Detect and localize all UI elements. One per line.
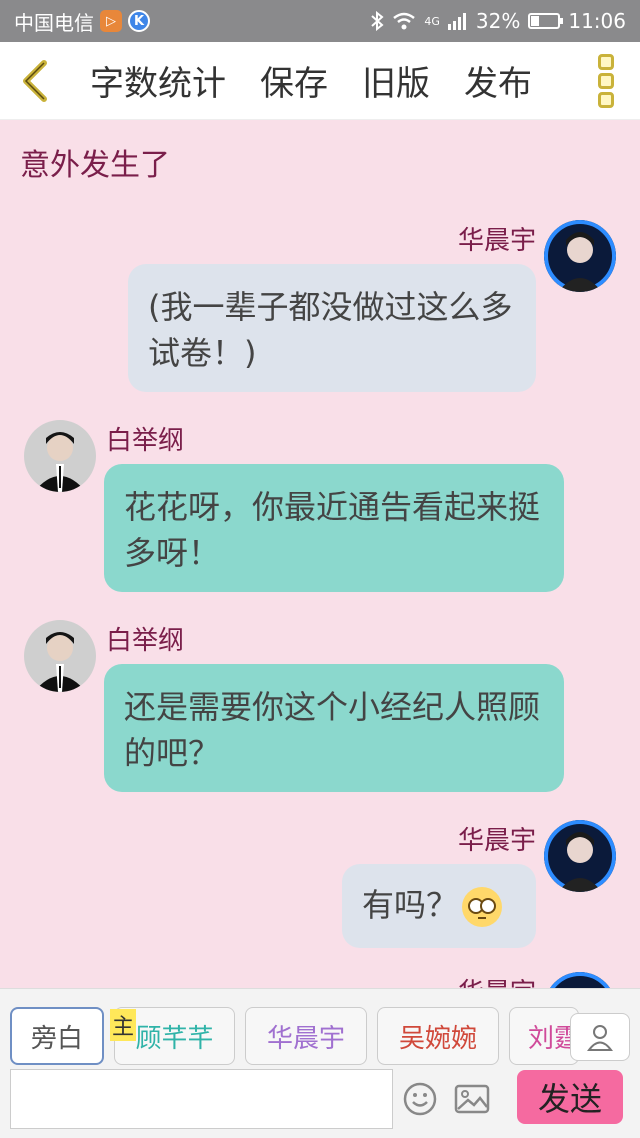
avatar[interactable] <box>24 420 96 492</box>
narration-text: 意外发生了 <box>20 148 170 183</box>
emoji-button[interactable] <box>400 1079 440 1119</box>
main-role-tag: 主 <box>110 1009 136 1041</box>
back-chevron-icon <box>23 59 47 102</box>
message-row: 华晨宇 <box>0 972 640 988</box>
role-label: 顾芊芊 <box>135 1023 214 1054</box>
k-app-icon: K <box>128 10 150 32</box>
message-text: 有吗？ <box>362 886 459 924</box>
composer-panel: 旁白 顾芊芊 华晨宇 吴婉婉 刘霆 主 发送 <box>0 988 640 1138</box>
avatar[interactable] <box>24 620 96 692</box>
battery-percent: 32% <box>475 9 521 33</box>
chat-area[interactable]: 意外发生了 华晨宇 (我一辈子都没做过这么多试卷！) 白举纲 花花呀，你最近通告… <box>0 120 640 988</box>
role-selector: 旁白 顾芊芊 华晨宇 吴婉婉 刘霆 <box>0 1007 640 1067</box>
battery-icon <box>528 13 564 29</box>
add-role-button[interactable] <box>570 1013 630 1061</box>
status-bar: 中国电信 ▷ K 4G 32% 11:06 <box>0 0 640 42</box>
speaker-name: 华晨宇 <box>458 972 536 988</box>
avatar[interactable] <box>544 820 616 892</box>
play-app-icon: ▷ <box>100 10 122 32</box>
message-bubble[interactable]: 还是需要你这个小经纪人照顾的吧？ <box>104 664 564 792</box>
role-wu-wanwan[interactable]: 吴婉婉 <box>377 1007 499 1065</box>
speaker-name: 华晨宇 <box>457 826 536 856</box>
carrier-name: 中国电信 <box>14 10 94 35</box>
message-bubble[interactable]: 花花呀，你最近通告看起来挺多呀！ <box>104 464 564 592</box>
battery-fill <box>531 16 540 26</box>
clock: 11:06 <box>568 9 626 33</box>
back-button[interactable] <box>0 42 70 120</box>
word-count-button[interactable]: 字数统计 <box>90 56 226 105</box>
role-label: 吴婉婉 <box>398 1023 477 1054</box>
carrier-group: 中国电信 ▷ K <box>14 7 150 36</box>
network-type: 4G <box>424 14 440 28</box>
publish-button[interactable]: 发布 <box>464 56 532 105</box>
speaker-name: 华晨宇 <box>457 226 536 256</box>
avatar[interactable] <box>544 972 616 988</box>
role-label: 旁白 <box>30 1023 83 1054</box>
save-button[interactable]: 保存 <box>260 56 328 105</box>
role-hua-chenyu[interactable]: 华晨宇 <box>245 1007 367 1065</box>
old-version-button[interactable]: 旧版 <box>362 56 430 105</box>
bluetooth-icon <box>371 11 384 31</box>
message-row: 华晨宇 (我一辈子都没做过这么多试卷！) <box>0 220 640 400</box>
editor-toolbar: 字数统计 保存 旧版 发布 <box>0 42 640 120</box>
message-row: 白举纲 花花呀，你最近通告看起来挺多呀！ <box>0 420 640 600</box>
signal-icon <box>447 13 466 30</box>
role-liu[interactable]: 刘霆 <box>509 1007 579 1065</box>
status-right: 4G 32% 11:06 <box>370 9 626 33</box>
message-row: 华晨宇 有吗？ <box>0 820 640 960</box>
avatar[interactable] <box>544 220 616 292</box>
role-narrator[interactable]: 旁白 <box>10 1007 104 1065</box>
image-icon <box>454 1084 490 1114</box>
message-input[interactable] <box>10 1069 393 1129</box>
message-bubble[interactable]: (我一辈子都没做过这么多试卷！) <box>128 264 536 392</box>
image-button[interactable] <box>452 1079 492 1119</box>
send-button[interactable]: 发送 <box>517 1070 623 1124</box>
wifi-icon <box>393 12 416 30</box>
message-bubble[interactable]: 有吗？ <box>342 864 536 948</box>
flushed-face-emoji-icon <box>462 887 503 927</box>
speaker-name: 白举纲 <box>106 626 185 656</box>
speaker-name: 白举纲 <box>106 426 185 456</box>
more-menu-icon[interactable] <box>598 54 618 108</box>
person-icon <box>587 1025 613 1051</box>
smiley-icon <box>403 1082 437 1116</box>
message-row: 白举纲 还是需要你这个小经纪人照顾的吧？ <box>0 620 640 800</box>
role-label: 华晨宇 <box>266 1023 345 1054</box>
